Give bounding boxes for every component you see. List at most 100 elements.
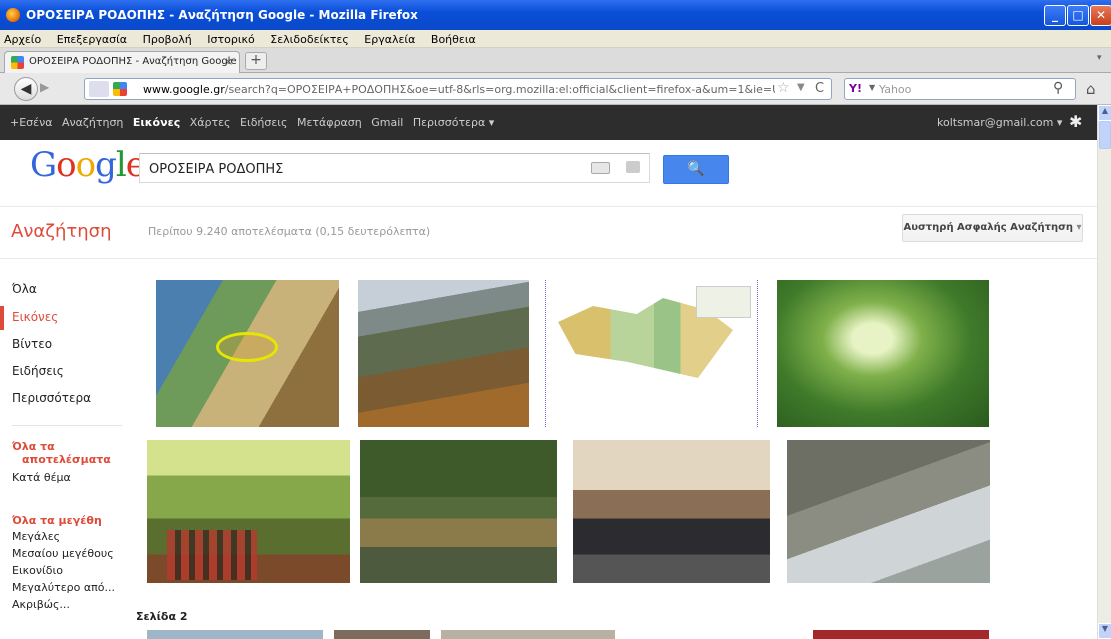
size-icon[interactable]: Εικονίδιο xyxy=(12,564,63,577)
map-legend xyxy=(696,286,751,318)
scroll-down-arrow[interactable]: ▼ xyxy=(1098,623,1111,639)
menu-help[interactable]: Βοήθεια xyxy=(425,30,482,46)
search-icon: 🔍 xyxy=(687,161,705,177)
all-results-heading-line1: Όλα τα xyxy=(12,440,55,453)
image-result-meeting[interactable] xyxy=(573,440,770,583)
image-result-map[interactable] xyxy=(156,280,339,427)
home-icon[interactable]: ⌂ xyxy=(1086,80,1096,98)
browser-search-box[interactable]: Y! ▼ Yahoo ⚲ xyxy=(844,78,1076,100)
yahoo-engine-icon[interactable]: Y! xyxy=(849,82,862,95)
browser-tab[interactable]: ΟΡΟΣΕΙΡΑ ΡΟΔΟΠΗΣ - Αναζήτηση Google × xyxy=(4,51,240,73)
google-favicon-icon xyxy=(11,56,24,69)
safe-search-label: Αυστηρή Ασφαλής Αναζήτηση xyxy=(903,222,1073,233)
image-result-hikers[interactable] xyxy=(147,440,350,583)
image-result-road[interactable] xyxy=(787,440,990,583)
sidebar-item-images[interactable]: Εικόνες xyxy=(12,310,58,324)
image-result-row3[interactable] xyxy=(813,630,989,639)
scroll-up-arrow[interactable]: ▲ xyxy=(1098,105,1111,121)
active-indicator xyxy=(0,306,4,330)
search-query-text: ΟΡΟΣΕΙΡΑ ΡΟΔΟΠΗΣ xyxy=(149,162,284,177)
site-identity-icon[interactable] xyxy=(89,81,109,97)
menu-view[interactable]: Προβολή xyxy=(137,30,198,46)
menu-tools[interactable]: Εργαλεία xyxy=(358,30,421,46)
camera-icon[interactable] xyxy=(626,161,640,173)
image-result-row3[interactable] xyxy=(334,630,430,639)
account-menu[interactable]: koltsmar@gmail.com ▾ xyxy=(937,116,1062,129)
logo-letter: o xyxy=(75,145,97,185)
search-placeholder: Yahoo xyxy=(879,83,912,96)
scrollbar-thumb[interactable] xyxy=(1099,121,1111,149)
gbar-link-search[interactable]: Αναζήτηση xyxy=(62,116,123,129)
gbar-link-translate[interactable]: Μετάφραση xyxy=(297,116,362,129)
gbar-link-plus[interactable]: +Εσένα xyxy=(10,116,52,129)
menu-history[interactable]: Ιστορικό xyxy=(201,30,261,46)
gbar-link-maps[interactable]: Χάρτες xyxy=(190,116,231,129)
new-tab-button[interactable]: + xyxy=(245,52,267,70)
tab-close-icon[interactable]: × xyxy=(224,55,233,68)
image-result-row3[interactable] xyxy=(147,630,323,639)
address-bar[interactable]: www.google.gr/search?q=ΟΡΟΣΕΙΡΑ+ΡΟΔΟΠΗΣ&… xyxy=(84,78,832,100)
hikers-group xyxy=(167,530,257,580)
image-result-forest[interactable] xyxy=(777,280,989,427)
logo-letter: g xyxy=(95,145,117,185)
tab-list-icon[interactable]: ▾ xyxy=(1097,53,1102,63)
image-result-valley[interactable] xyxy=(358,280,529,427)
sidebar-item-news[interactable]: Ειδήσεις xyxy=(12,364,64,378)
all-sizes-heading[interactable]: Όλα τα μεγέθη xyxy=(12,514,102,527)
back-button[interactable]: ◀ xyxy=(14,77,38,101)
reload-icon[interactable]: C xyxy=(815,81,824,96)
google-bar: +Εσένα Αναζήτηση Εικόνες Χάρτες Ειδήσεις… xyxy=(0,105,1097,140)
results-divider xyxy=(0,258,1097,259)
menu-edit[interactable]: Επεξεργασία xyxy=(51,30,133,46)
menu-bookmarks[interactable]: Σελιδοδείκτες xyxy=(264,30,355,46)
safe-search-button[interactable]: Αυστηρή Ασφαλής Αναζήτηση ▾ xyxy=(902,214,1083,242)
all-results-heading-line2: αποτελέσματα xyxy=(22,453,111,466)
result-stats: Περίπου 9.240 αποτελέσματα (0,15 δευτερό… xyxy=(148,225,431,238)
close-window-button[interactable]: ✕ xyxy=(1090,5,1111,26)
engine-dropdown-icon[interactable]: ▼ xyxy=(869,83,875,92)
chevron-down-icon: ▾ xyxy=(1076,222,1082,233)
search-input[interactable]: ΟΡΟΣΕΙΡΑ ΡΟΔΟΠΗΣ xyxy=(139,153,650,183)
sidebar-divider xyxy=(12,425,122,426)
size-exactly[interactable]: Ακριβώς... xyxy=(12,598,70,611)
tab-bar: ΟΡΟΣΕΙΡΑ ΡΟΔΟΠΗΣ - Αναζήτηση Google × + … xyxy=(0,48,1111,73)
image-result-zoning-map[interactable] xyxy=(545,280,758,427)
keyboard-icon[interactable] xyxy=(591,162,610,174)
header-divider xyxy=(0,206,1097,207)
gbar-link-news[interactable]: Ειδήσεις xyxy=(240,116,287,129)
gbar-link-images[interactable]: Εικόνες xyxy=(133,116,180,129)
url-host: www.google.gr xyxy=(143,83,225,96)
url-path: /search?q=ΟΡΟΣΕΙΡΑ+ΡΟΔΟΠΗΣ&oe=utf-8&rls=… xyxy=(224,83,775,96)
google-bar-links: +Εσένα Αναζήτηση Εικόνες Χάρτες Ειδήσεις… xyxy=(10,116,500,129)
size-medium[interactable]: Μεσαίου μεγέθους xyxy=(12,547,114,560)
size-larger-than[interactable]: Μεγαλύτερο από... xyxy=(12,581,115,594)
url-text[interactable]: www.google.gr/search?q=ΟΡΟΣΕΙΡΑ+ΡΟΔΟΠΗΣ&… xyxy=(143,83,775,96)
logo-letter: o xyxy=(56,145,77,185)
page-2-label: Σελίδα 2 xyxy=(136,610,188,623)
forward-button[interactable]: ▶ xyxy=(40,80,49,94)
maximize-button[interactable]: □ xyxy=(1067,5,1089,26)
image-result-row3[interactable] xyxy=(441,630,615,639)
gear-icon[interactable]: ✱ xyxy=(1069,112,1082,131)
logo-letter: l xyxy=(115,145,127,185)
search-icon[interactable]: ⚲ xyxy=(1053,80,1063,96)
search-button[interactable]: 🔍 xyxy=(663,155,729,184)
filter-by-topic[interactable]: Κατά θέμα xyxy=(12,471,71,484)
image-result-river[interactable] xyxy=(360,440,557,583)
sidebar-item-more[interactable]: Περισσότερα xyxy=(12,391,91,405)
url-history-dropdown-icon[interactable]: ▼ xyxy=(797,82,805,93)
window-titlebar: ΟΡΟΣΕΙΡΑ ΡΟΔΟΠΗΣ - Αναζήτηση Google - Mo… xyxy=(0,0,1111,30)
tab-title: ΟΡΟΣΕΙΡΑ ΡΟΔΟΠΗΣ - Αναζήτηση Google xyxy=(29,56,237,67)
size-large[interactable]: Μεγάλες xyxy=(12,530,60,543)
vertical-scrollbar[interactable]: ▲ ▼ xyxy=(1097,105,1111,639)
minimize-button[interactable]: _ xyxy=(1044,5,1066,26)
gbar-link-more[interactable]: Περισσότερα ▾ xyxy=(413,116,494,129)
window-title: ΟΡΟΣΕΙΡΑ ΡΟΔΟΠΗΣ - Αναζήτηση Google - Mo… xyxy=(26,8,418,22)
bookmark-star-icon[interactable]: ☆ xyxy=(777,80,790,96)
google-logo[interactable]: Google xyxy=(30,145,146,185)
menu-file[interactable]: Αρχείο xyxy=(0,30,47,46)
gbar-link-gmail[interactable]: Gmail xyxy=(371,116,403,129)
sidebar-item-all[interactable]: Όλα xyxy=(12,282,37,296)
sidebar-item-videos[interactable]: Βίντεο xyxy=(12,337,52,351)
all-results-heading[interactable]: Όλα τα αποτελέσματα xyxy=(12,440,111,466)
